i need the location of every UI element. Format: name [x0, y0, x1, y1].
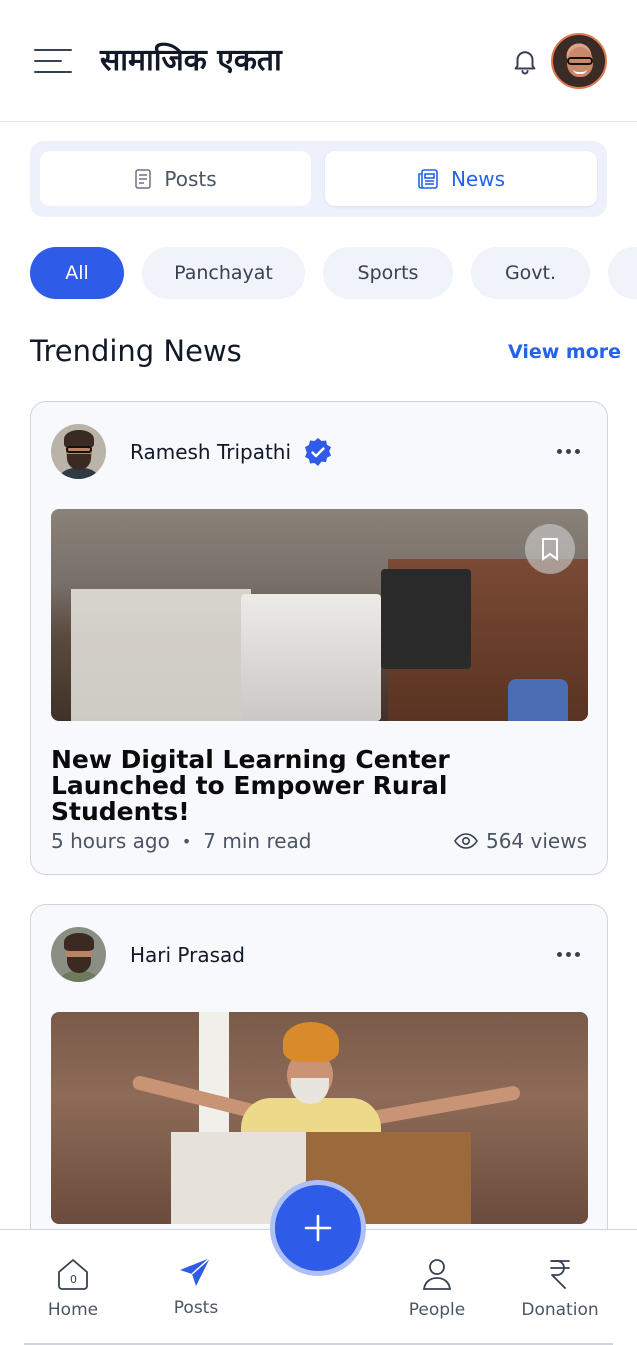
- chip-sports[interactable]: Sports: [323, 247, 453, 299]
- author-avatar[interactable]: [51, 927, 106, 982]
- hamburger-menu-icon[interactable]: [34, 46, 74, 76]
- rupee-icon: [550, 1260, 570, 1289]
- views-label: 564 views: [485, 829, 587, 853]
- nav-donation[interactable]: Donation: [505, 1256, 615, 1320]
- document-icon: [135, 168, 152, 189]
- read-time: 7 min read: [203, 829, 312, 853]
- nav-people-label: People: [408, 1300, 466, 1320]
- nav-home[interactable]: 0 Home: [18, 1256, 128, 1320]
- author-name[interactable]: Hari Prasad: [130, 943, 245, 967]
- home-icon: 0: [58, 1259, 88, 1290]
- tab-posts[interactable]: Posts: [40, 151, 311, 206]
- chip-more[interactable]: [608, 247, 637, 299]
- bookmark-button[interactable]: [525, 524, 575, 574]
- section-title: Trending News: [30, 334, 242, 368]
- nav-posts[interactable]: Posts: [141, 1256, 251, 1318]
- content-type-tabs: Posts News: [30, 141, 607, 217]
- verified-badge-icon: [305, 438, 331, 466]
- bookmark-icon: [542, 538, 558, 561]
- newspaper-icon: [418, 168, 438, 189]
- user-avatar[interactable]: [551, 33, 607, 89]
- bell-icon[interactable]: [510, 46, 540, 76]
- nav-donation-label: Donation: [521, 1300, 599, 1320]
- author-name[interactable]: Ramesh Tripathi: [130, 440, 291, 464]
- more-options-icon[interactable]: [557, 951, 581, 959]
- news-image[interactable]: [51, 509, 588, 721]
- tab-posts-label: Posts: [164, 166, 217, 191]
- tab-news[interactable]: News: [325, 151, 597, 206]
- app-header: सामाजिक एकता: [0, 0, 637, 122]
- chip-panchayat[interactable]: Panchayat: [142, 247, 305, 299]
- chip-govt[interactable]: Govt.: [471, 247, 590, 299]
- news-meta: 5 hours ago • 7 min read: [51, 829, 312, 853]
- separator-dot: •: [181, 831, 192, 851]
- app-title: सामाजिक एकता: [100, 43, 282, 78]
- view-more-link[interactable]: View more: [508, 341, 621, 363]
- svg-text:0: 0: [70, 1273, 77, 1286]
- plus-icon: [304, 1214, 332, 1242]
- nav-home-label: Home: [47, 1300, 99, 1320]
- nav-posts-label: Posts: [173, 1298, 219, 1318]
- views-count: 564 views: [454, 829, 587, 853]
- news-headline[interactable]: New Digital Learning Center Launched to …: [51, 747, 591, 825]
- send-icon: [180, 1257, 211, 1286]
- nav-people[interactable]: People: [382, 1256, 492, 1320]
- chip-all[interactable]: All: [30, 247, 124, 299]
- more-options-icon[interactable]: [557, 448, 581, 456]
- person-icon: [422, 1259, 452, 1290]
- create-post-button[interactable]: [270, 1180, 366, 1276]
- tab-news-label: News: [450, 166, 506, 191]
- post-time: 5 hours ago: [51, 829, 170, 853]
- author-avatar[interactable]: [51, 424, 106, 479]
- category-chips: All Panchayat Sports Govt.: [30, 247, 637, 299]
- news-card[interactable]: Ramesh Tripathi New Digital Learning Cen…: [30, 401, 608, 875]
- eye-icon: [454, 833, 478, 849]
